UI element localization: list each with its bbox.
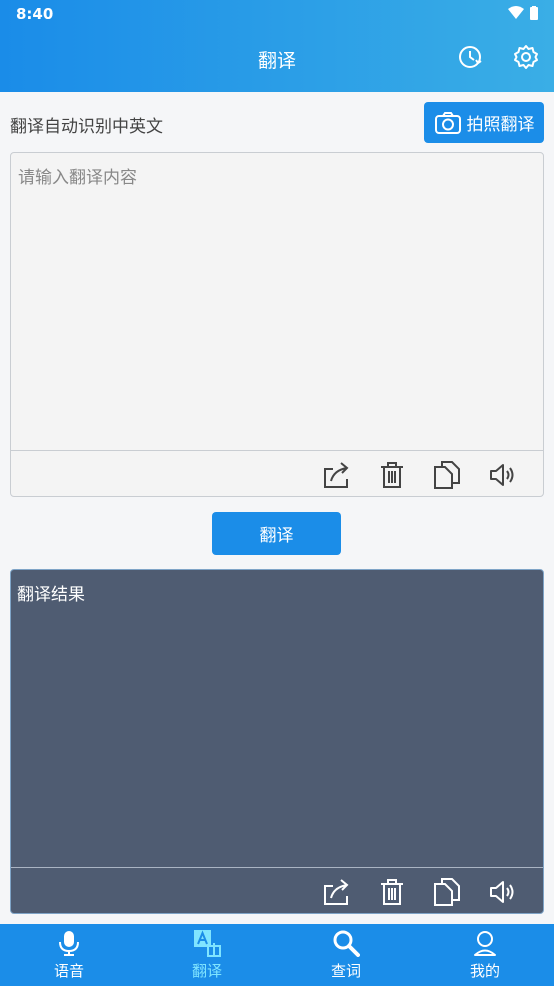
- copy-icon[interactable]: [432, 877, 462, 907]
- translate-button[interactable]: 翻译: [212, 512, 341, 555]
- hint-row: 翻译自动识别中英文 拍照翻译: [10, 102, 544, 144]
- translate-input[interactable]: 请输入翻译内容: [10, 152, 544, 497]
- copy-icon[interactable]: [432, 460, 462, 490]
- delete-icon[interactable]: [377, 460, 407, 490]
- history-icon[interactable]: [456, 43, 484, 71]
- share-icon[interactable]: [321, 877, 351, 907]
- share-icon[interactable]: [321, 460, 351, 490]
- settings-gear-icon[interactable]: [512, 43, 540, 71]
- camera-icon: [434, 111, 461, 134]
- status-time: 8:40: [16, 5, 54, 23]
- status-icons: [508, 6, 538, 20]
- user-icon: [474, 931, 496, 956]
- input-toolbar: [11, 450, 543, 496]
- tab-label: 翻译: [191, 962, 222, 980]
- speaker-icon[interactable]: [488, 877, 518, 907]
- result-toolbar: [11, 867, 543, 913]
- photo-translate-label: 拍照翻译: [466, 115, 535, 135]
- result-box: 翻译结果: [10, 569, 544, 914]
- tab-label: 查词: [330, 962, 361, 980]
- result-label: 翻译结果: [17, 585, 85, 605]
- photo-translate-button[interactable]: 拍照翻译: [424, 102, 544, 143]
- tab-label: 我的: [469, 962, 500, 980]
- search-icon: [333, 930, 360, 957]
- wifi-icon: [508, 6, 524, 19]
- tab-mine[interactable]: 我的: [416, 924, 554, 986]
- tab-lookup[interactable]: 查词: [277, 924, 415, 986]
- input-placeholder: 请输入翻译内容: [18, 168, 137, 188]
- delete-icon[interactable]: [377, 877, 407, 907]
- tab-label: 语音: [53, 962, 84, 980]
- auto-detect-hint: 翻译自动识别中英文: [10, 117, 163, 137]
- bottom-tab-bar: 语音 翻译 查词 我的: [0, 924, 554, 986]
- tab-voice[interactable]: 语音: [0, 924, 138, 986]
- app-header: 8:40 翻译: [0, 0, 554, 92]
- mic-icon: [59, 931, 79, 956]
- battery-icon: [530, 6, 538, 20]
- translate-icon: [194, 930, 221, 957]
- speaker-icon[interactable]: [488, 460, 518, 490]
- tab-translate[interactable]: 翻译: [138, 924, 276, 986]
